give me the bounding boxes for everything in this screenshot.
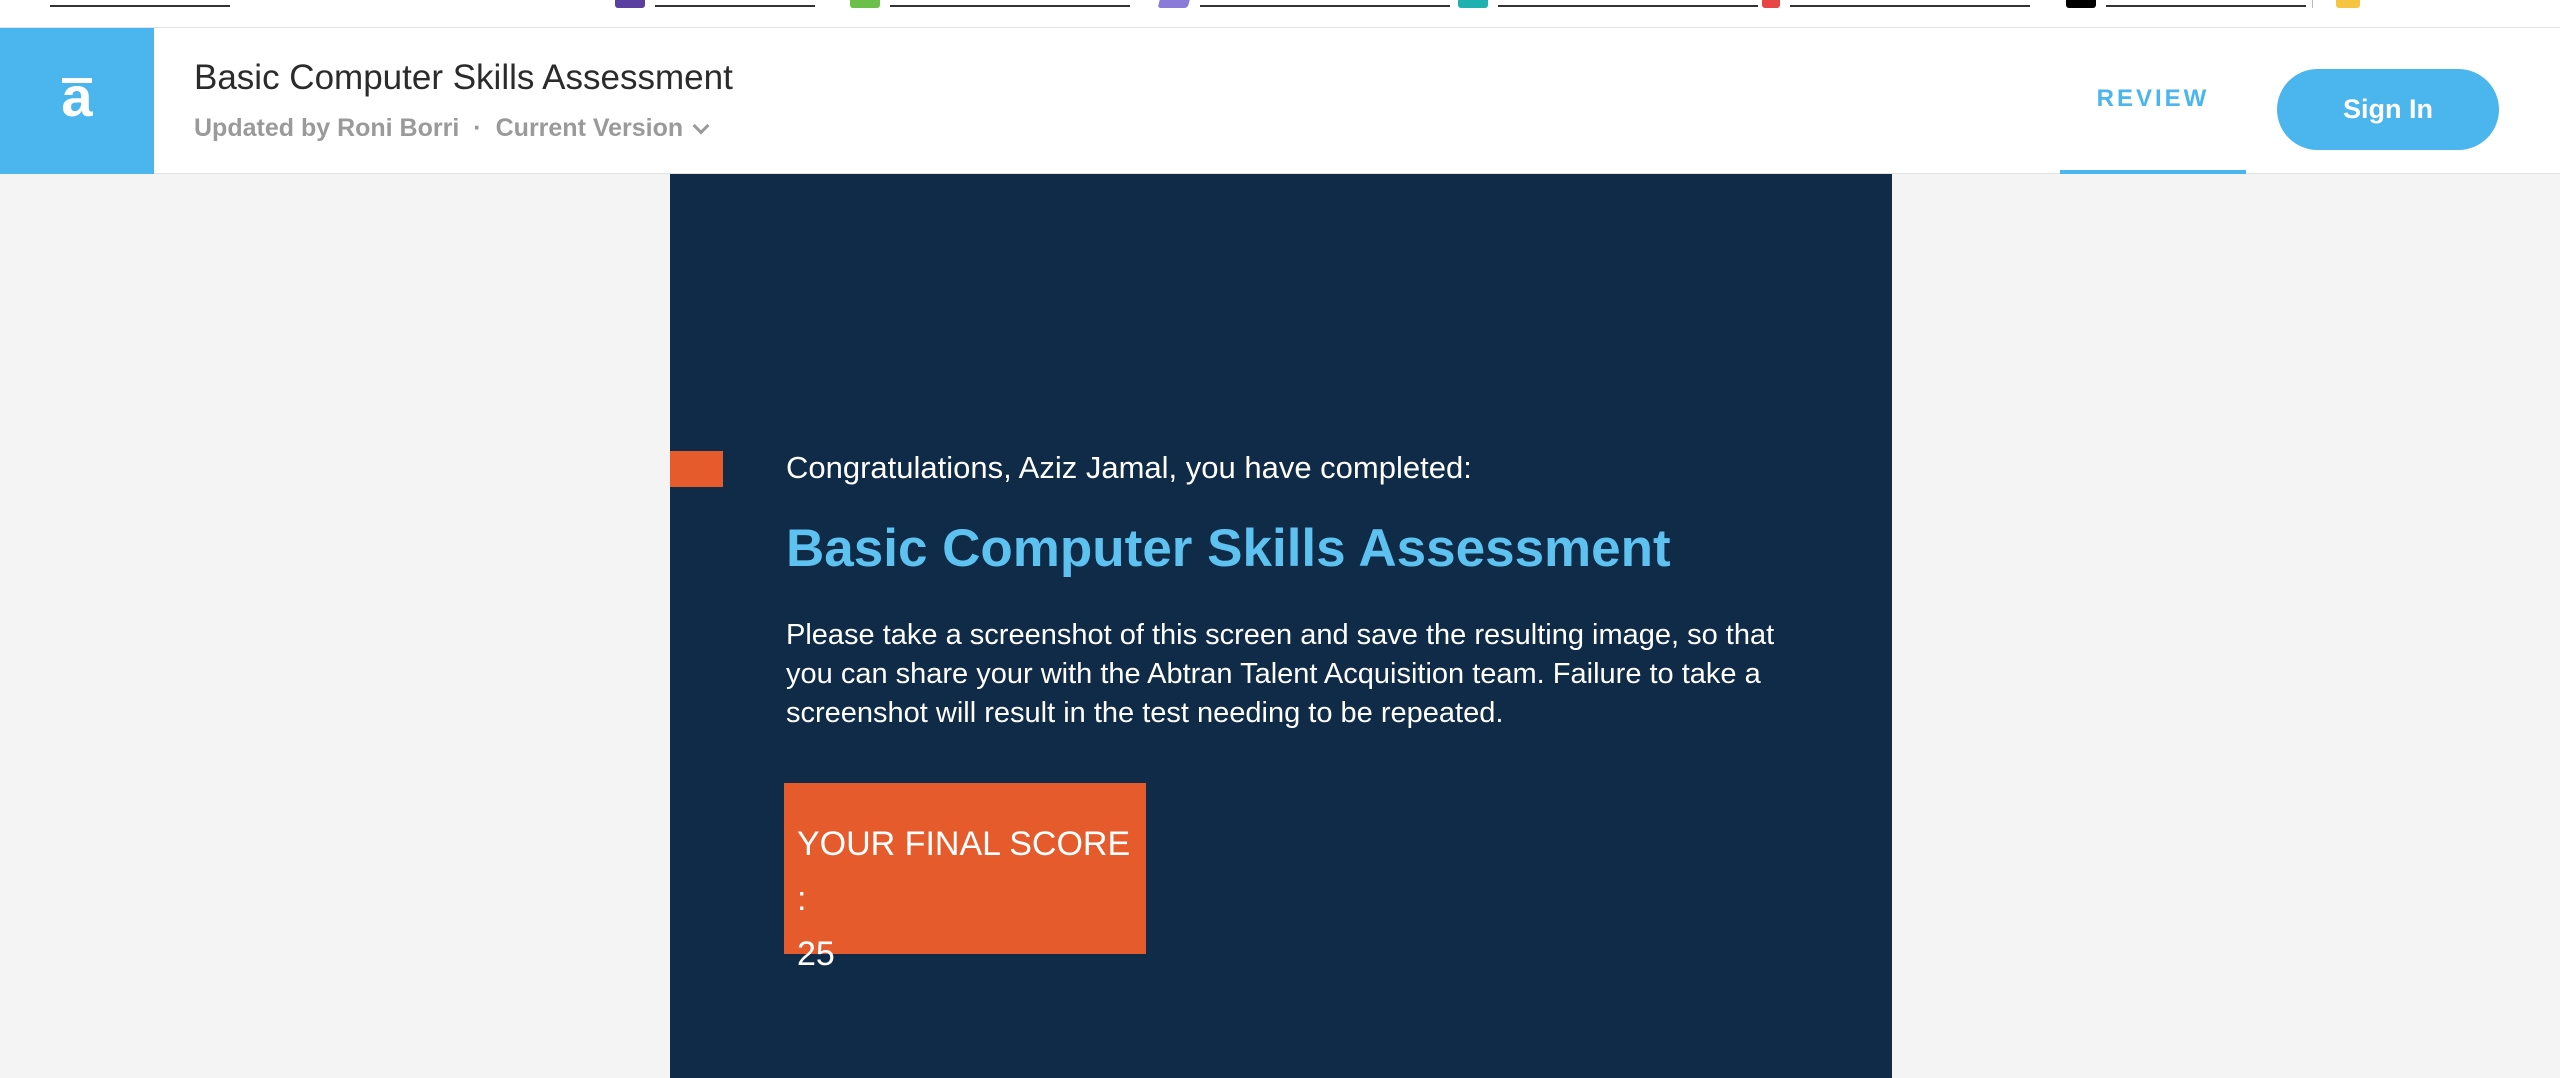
bookmarks-bar xyxy=(0,0,2560,28)
bookmark-separator xyxy=(2312,0,2313,8)
bookmark-item[interactable] xyxy=(1762,0,2030,8)
bookmark-item[interactable] xyxy=(850,0,1130,8)
logo-icon: a xyxy=(61,65,93,128)
sign-in-button[interactable]: Sign In xyxy=(2277,69,2499,150)
final-score-label: YOUR FINAL SCORE : xyxy=(797,825,1131,918)
bookmark-item[interactable] xyxy=(2066,0,2306,8)
result-card: Congratulations, Aziz Jamal, you have co… xyxy=(670,174,1892,1078)
final-score-box: YOUR FINAL SCORE : 25 xyxy=(784,783,1146,973)
review-tab[interactable]: REVIEW xyxy=(2060,28,2246,174)
bookmark-folder[interactable] xyxy=(2336,0,2360,8)
app-header: a Basic Computer Skills Assessment Updat… xyxy=(0,28,2560,174)
bookmark-item[interactable] xyxy=(1157,0,1450,8)
assessment-title: Basic Computer Skills Assessment xyxy=(786,519,1671,578)
bookmark-item[interactable] xyxy=(1458,0,1758,8)
instructions-text: Please take a screenshot of this screen … xyxy=(786,619,1775,729)
accent-marker xyxy=(670,451,723,487)
bookmark-item[interactable] xyxy=(50,0,230,8)
version-label: Current Version xyxy=(495,114,684,142)
congrats-text: Congratulations, Aziz Jamal, you have co… xyxy=(786,450,1472,485)
app-logo[interactable]: a xyxy=(0,28,154,174)
updated-by-label: Updated by Roni Borri xyxy=(194,114,460,142)
chevron-down-icon xyxy=(692,117,710,134)
final-score-value: 25 xyxy=(797,935,835,973)
page-title: Basic Computer Skills Assessment xyxy=(194,58,733,97)
version-dropdown[interactable]: Current Version xyxy=(495,114,710,143)
page-meta: Updated by Roni Borri · Current Version xyxy=(194,114,710,143)
meta-separator: · xyxy=(473,114,482,142)
bookmark-item[interactable] xyxy=(615,0,815,8)
